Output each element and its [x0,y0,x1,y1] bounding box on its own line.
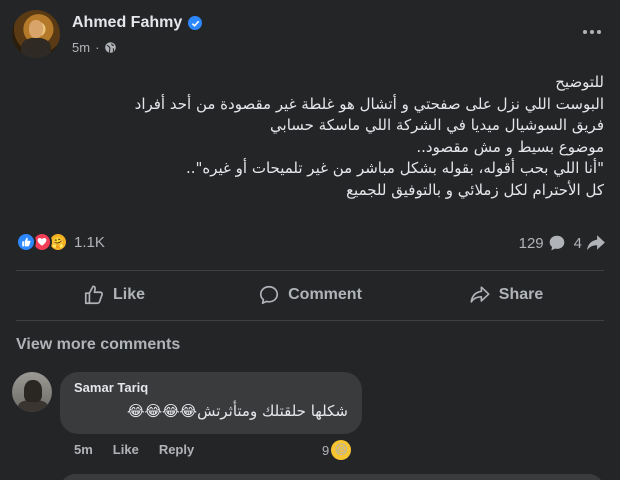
more-options-icon[interactable] [580,20,604,44]
author-name-row: Ahmed Fahmy [72,14,203,32]
post-meta: 5m · [72,40,117,55]
share-icon [470,286,490,303]
like-label: Like [112,286,145,303]
next-comment-bubble [60,474,604,480]
post-body: للتوضيح البوست اللي نزل على صفحتي و أتشا… [16,72,604,201]
divider [16,320,604,321]
verified-badge-icon [188,16,203,30]
author-avatar[interactable] [12,10,60,58]
share-label: Share [498,286,544,303]
like-reaction-icon [16,232,36,252]
share-arrow-icon [587,235,605,251]
comment-reactions[interactable]: 9 😆 [322,440,352,460]
reaction-count[interactable]: 1.1K [74,234,105,251]
post-stats: 129 4 [519,234,606,252]
comment-meta: 5m Like Reply [74,442,194,457]
post-time[interactable]: 5m [72,40,90,55]
post-line: "أنا اللي بحب أقوله، بقوله بشكل مباشر من… [185,159,604,177]
post-actions: Like Comment Share [16,274,604,316]
reaction-summary[interactable]: 🤗 1.1K [16,232,105,252]
like-icon [84,285,103,305]
comment-reply-button[interactable]: Reply [159,442,194,457]
post-line: البوست اللي نزل على صفحتي و أتشال هو غلط… [134,94,604,113]
commenter-avatar[interactable] [12,372,52,412]
comment-like-button[interactable]: Like [113,442,139,457]
share-button[interactable]: Share [408,274,604,316]
comment-bubble-icon [549,235,564,251]
comment-time[interactable]: 5m [74,442,93,457]
comment-count: 129 [518,234,544,252]
post-header: Ahmed Fahmy 5m · [12,10,608,62]
like-button[interactable]: Like [16,274,212,316]
globe-icon [105,42,117,53]
share-count-group[interactable]: 4 [574,234,606,252]
haha-reaction-icon: 😆 [331,440,352,460]
commenter-name[interactable]: Samar Tariq [74,380,148,395]
divider [16,270,604,271]
share-count: 4 [573,234,582,252]
view-more-comments-link[interactable]: View more comments [16,336,180,354]
comment-reaction-count: 9 [322,442,330,458]
comment-bubble: Samar Tariq شكلها حلقتلك ومتأثرتش😂😂😂😂 [60,372,362,434]
post-line: للتوضيح [555,73,604,91]
comment-label: Comment [288,286,362,303]
comment-button[interactable]: Comment [212,274,408,316]
post-line: كل الأحترام لكل زملائي و بالتوفيق للجميع [346,180,604,199]
post-line: موضوع بسيط و مش مقصود.. [416,137,604,156]
comment-text: شكلها حلقتلك ومتأثرتش😂😂😂😂 [126,402,348,420]
post-line: فريق السوشيال ميديا في الشركة اللي ماسكة… [270,116,604,134]
comment-icon [260,285,279,305]
comment-count-group[interactable]: 129 [519,234,566,252]
author-name[interactable]: Ahmed Fahmy [72,14,182,32]
